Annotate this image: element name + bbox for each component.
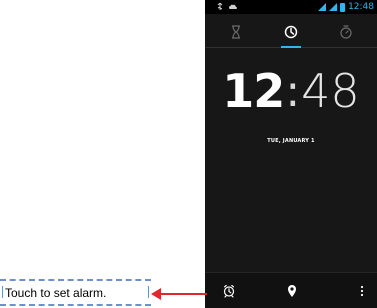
annotation-callout: Touch to set alarm.	[0, 279, 151, 306]
clock-tabs	[205, 17, 377, 48]
tab-clock[interactable]	[278, 19, 304, 48]
status-left-icons	[217, 0, 237, 14]
status-bar: 12:48	[205, 0, 377, 14]
bottom-action-bar	[205, 272, 377, 308]
clock-minutes: 48	[301, 64, 360, 118]
phone-screen: 12:48 12:48 TUE, JANUARY 1	[205, 0, 377, 308]
annotation-left-marker	[2, 286, 3, 298]
tab-stopwatch[interactable]	[333, 19, 359, 45]
overflow-menu-button[interactable]	[353, 282, 371, 300]
cloud-icon	[229, 4, 237, 10]
annotation-arrow-line	[160, 293, 207, 295]
alarm-button[interactable]	[220, 282, 238, 300]
status-right-icons: 12:48	[318, 0, 374, 14]
clock-time: 12:48	[205, 64, 377, 118]
alarm-icon	[222, 284, 236, 298]
signal-icon	[329, 3, 338, 11]
clock-date: TUE, JANUARY 1	[267, 138, 315, 144]
annotation-right-marker	[148, 286, 149, 298]
clock-separator: :	[285, 66, 301, 117]
usb-icon	[217, 2, 223, 12]
location-pin-icon	[286, 284, 298, 298]
annotation-text: Touch to set alarm.	[5, 286, 107, 300]
wifi-icon	[318, 3, 327, 11]
stopwatch-icon	[339, 25, 353, 39]
battery-icon	[340, 2, 346, 12]
annotation-arrow-head	[151, 288, 161, 300]
hourglass-icon	[231, 25, 241, 39]
status-time: 12:48	[348, 2, 374, 12]
tab-timer[interactable]	[223, 19, 249, 45]
cities-button[interactable]	[283, 282, 301, 300]
canvas: 12:48 12:48 TUE, JANUARY 1 Touch to set …	[0, 0, 377, 308]
more-vert-icon	[360, 284, 364, 298]
clock-icon	[284, 25, 298, 39]
clock-hour: 12	[222, 64, 285, 118]
